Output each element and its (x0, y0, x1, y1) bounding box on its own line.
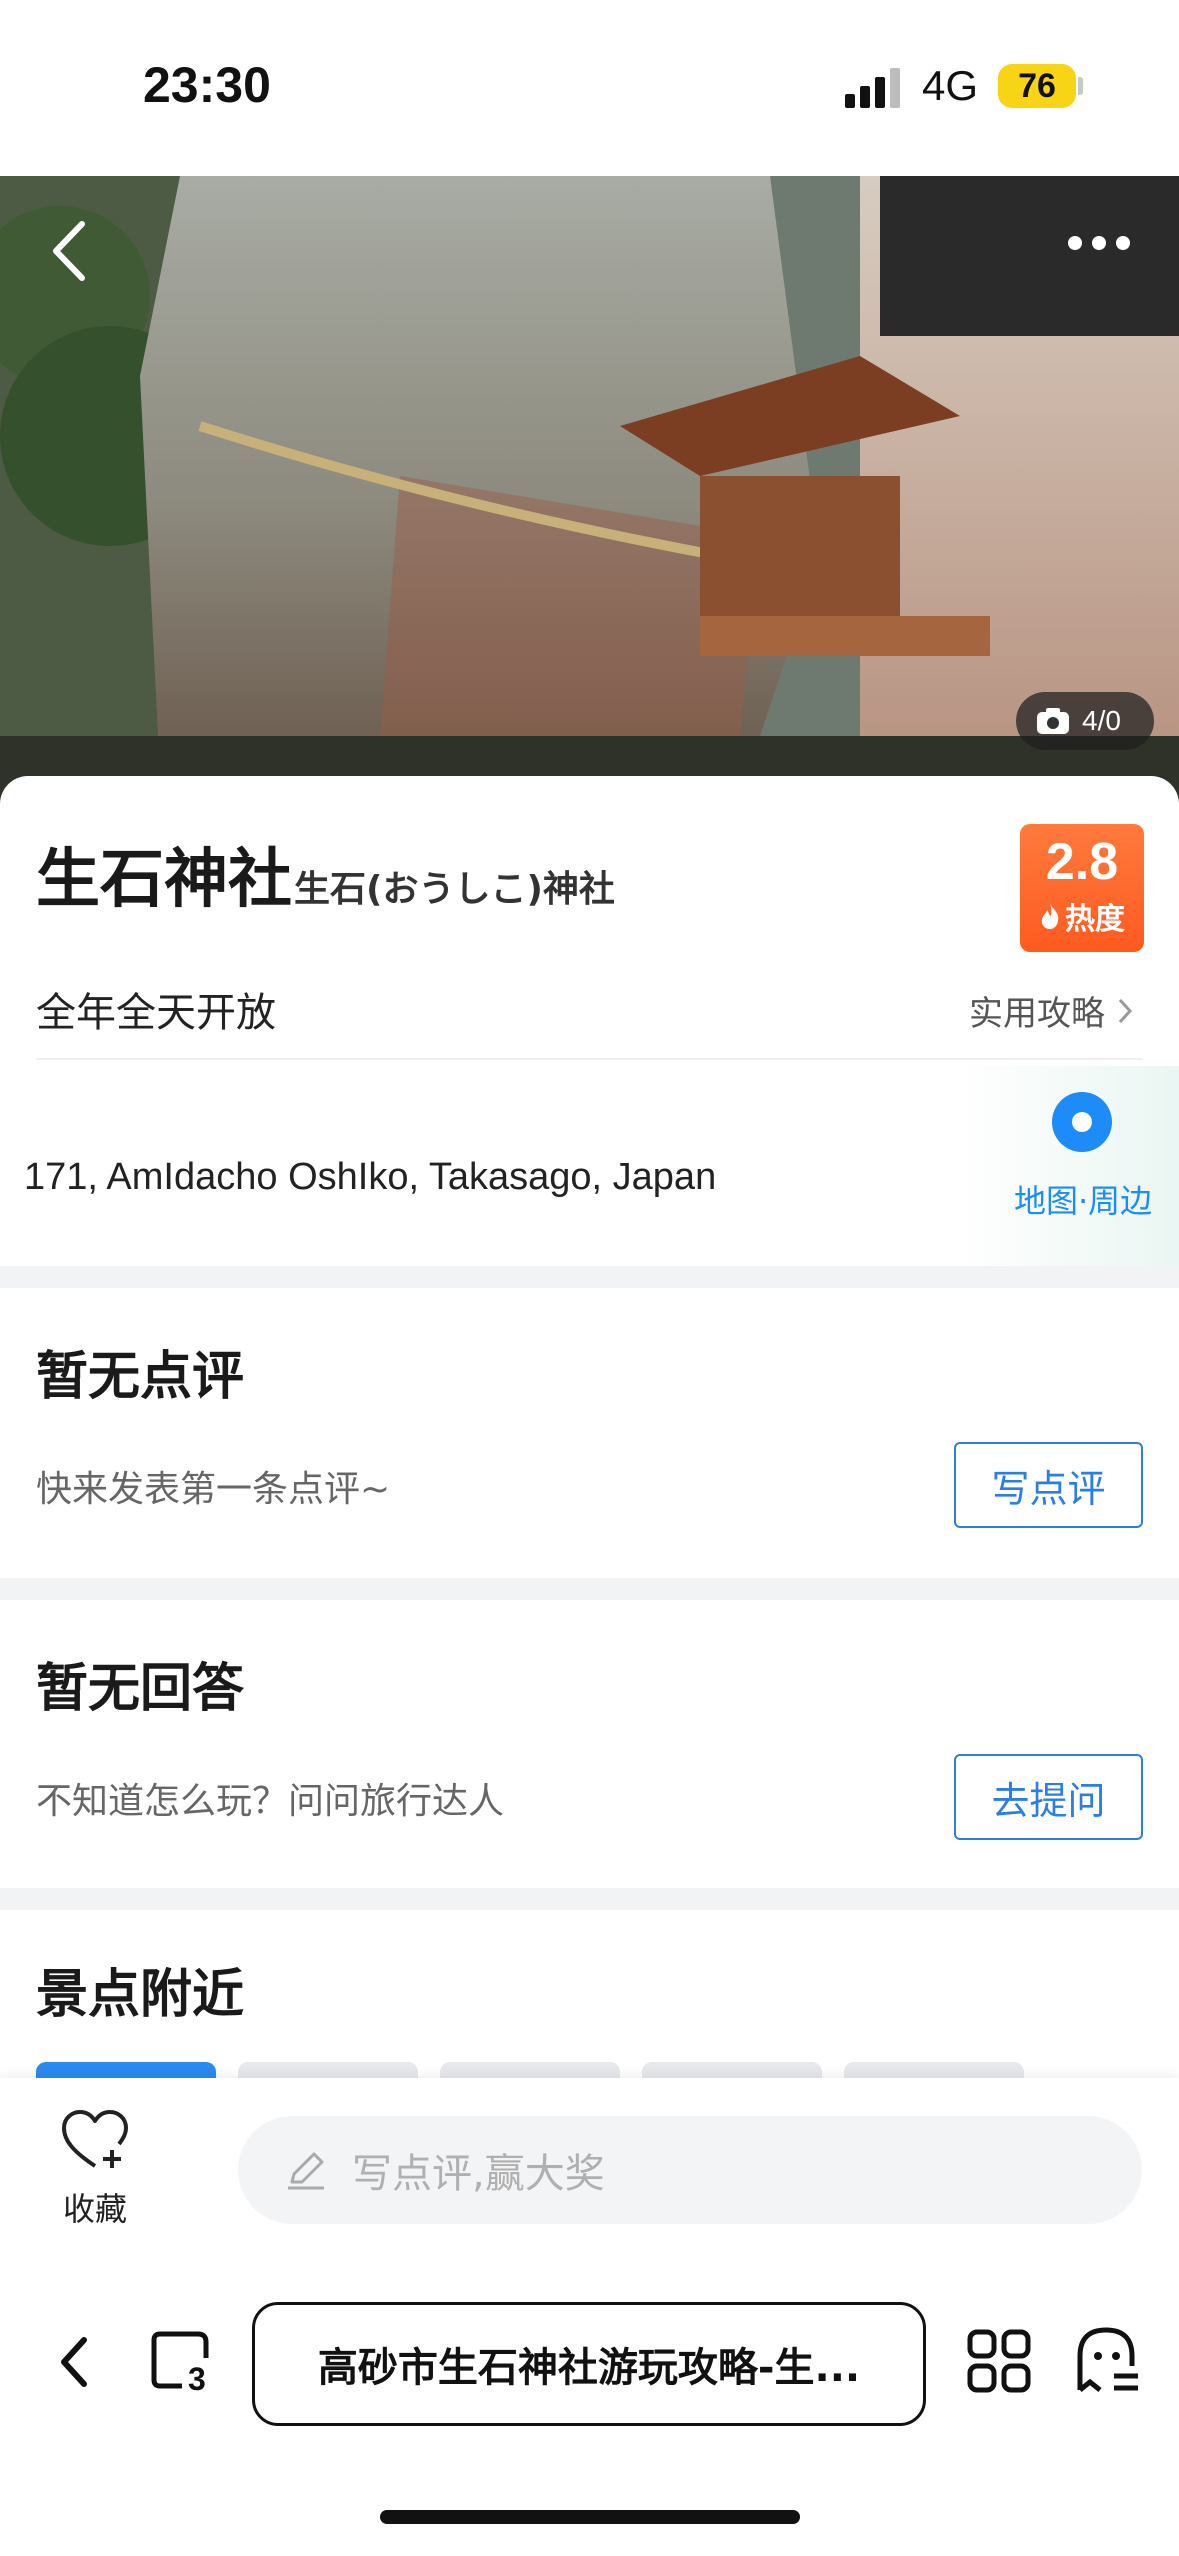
ghost-mode-icon[interactable] (1072, 2324, 1142, 2396)
review-input[interactable]: 写点评,赢大奖 (238, 2116, 1142, 2224)
heart-plus-icon (62, 2110, 128, 2168)
bottom-action-bar: 收藏 写点评,赢大奖 (0, 2078, 1179, 2278)
status-time: 23:30 (143, 57, 271, 113)
favorite-button[interactable]: 收藏 (40, 2108, 150, 2230)
heat-value: 2.8 (1045, 833, 1119, 891)
map-nearby-label: 地图·周边 (1014, 1182, 1153, 1220)
qa-section: 暂无回答 不知道怎么玩？问问旅行达人 去提问 (0, 1600, 1179, 1890)
page-title: 生石神社 (36, 843, 292, 917)
battery-level: 76 (1018, 66, 1056, 105)
back-arrow-icon[interactable] (46, 216, 96, 286)
qa-title: 暂无回答 (36, 1659, 245, 1719)
page-subtitle: 生石(おうしこ)神社 (294, 869, 615, 910)
home-indicator[interactable] (380, 2510, 800, 2524)
place-info-card: 生石神社 生石(おうしこ)神社 2.8 热度 全年全天开放 实用攻略 171, … (0, 776, 1179, 1266)
network-label: 4G (922, 62, 979, 109)
heat-label: 热度 (1065, 902, 1125, 937)
reviews-desc: 快来发表第一条点评~ (36, 1469, 391, 1510)
pencil-icon (288, 2152, 324, 2190)
browser-back-icon[interactable] (54, 2332, 94, 2392)
chevron-right-icon (1118, 998, 1133, 1023)
opening-hours: 全年全天开放 (36, 990, 276, 1036)
tabs-icon: 3 (151, 2331, 209, 2397)
heat-label-row: 热度 (1020, 894, 1144, 938)
nearby-title: 景点附近 (36, 1965, 245, 2025)
flame-icon (1041, 903, 1059, 929)
address-text[interactable]: 171, AmIdacho OshIko, Takasago, Japan (24, 1156, 716, 1199)
camera-icon (1037, 708, 1069, 734)
url-bar[interactable]: 高砂市生石神社游玩攻略-生... (252, 2302, 926, 2426)
favorite-label: 收藏 (62, 2190, 127, 2228)
heat-badge: 2.8 热度 (1020, 824, 1144, 952)
title-row: 生石神社 生石(おうしこ)神社 (36, 828, 615, 920)
hero-photo[interactable]: 4/0 (0, 176, 1179, 806)
photo-counter[interactable]: 4/0 (1016, 692, 1154, 750)
write-review-button[interactable]: 写点评 (954, 1442, 1143, 1528)
practical-guide-label: 实用攻略 (969, 994, 1105, 1034)
map-nearby-button[interactable]: 地图·周边 (960, 1066, 1179, 1266)
practical-guide-link[interactable]: 实用攻略 (969, 986, 1133, 1035)
apps-grid-icon[interactable] (966, 2328, 1032, 2394)
section-divider (0, 1888, 1179, 1910)
more-options-icon[interactable] (1068, 236, 1130, 250)
reviews-title: 暂无点评 (36, 1347, 245, 1407)
battery-tip (1078, 77, 1083, 95)
status-bar: 23:30 4G 76 (0, 0, 1179, 176)
location-pin-icon (1052, 1092, 1112, 1152)
reviews-section: 暂无点评 快来发表第一条点评~ 写点评 (0, 1288, 1179, 1578)
section-divider (0, 1266, 1179, 1288)
nearby-section: 景点附近 (0, 1910, 1179, 2078)
shrine-photo-illustration (0, 176, 1179, 806)
photo-counter-text: 4/0 (1082, 705, 1121, 736)
signal-icon (845, 68, 900, 108)
section-divider (0, 1578, 1179, 1600)
qa-desc: 不知道怎么玩？问问旅行达人 (36, 1781, 505, 1822)
tabs-button[interactable]: 3 (148, 2328, 212, 2397)
battery-icon: 76 (998, 64, 1076, 108)
ask-question-button[interactable]: 去提问 (954, 1754, 1143, 1840)
opening-hours-row: 全年全天开放 实用攻略 (36, 980, 1143, 1060)
tab-count: 3 (188, 2361, 206, 2392)
review-input-placeholder: 写点评,赢大奖 (352, 2151, 605, 2197)
